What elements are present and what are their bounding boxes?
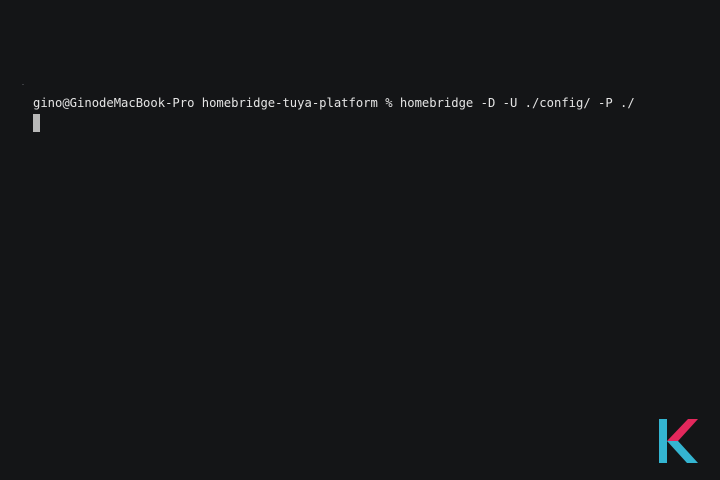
terminal-top-marker (22, 84, 24, 85)
terminal-prompt: gino@GinodeMacBook-Pro homebridge-tuya-p… (33, 96, 393, 110)
terminal-cursor[interactable] (33, 114, 40, 132)
terminal-command: homebridge -D -U ./config/ -P ./ (399, 96, 635, 110)
terminal-command-line[interactable]: gino@GinodeMacBook-Pro homebridge-tuya-p… (33, 95, 635, 111)
terminal-window[interactable]: gino@GinodeMacBook-Pro homebridge-tuya-p… (0, 0, 720, 480)
k-logo-icon (659, 419, 698, 463)
watermark-logo-text: K (0, 0, 1, 1)
